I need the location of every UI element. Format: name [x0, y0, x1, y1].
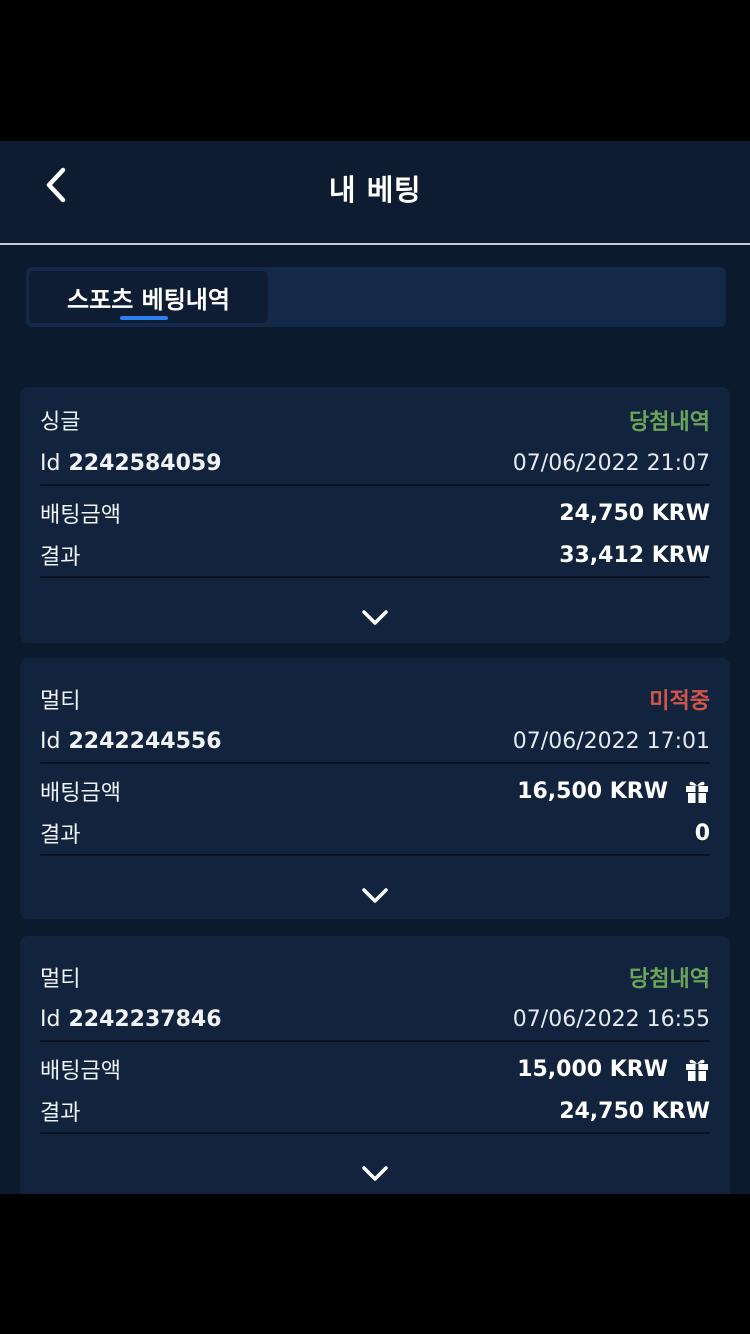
result-value: 0	[694, 820, 710, 846]
app-screen: 내 베팅 스포츠 베팅내역 싱글 당첨내역 Id 2242584059 07/06…	[0, 141, 750, 1194]
bet-id-row: Id 2242244556 07/06/2022 17:01	[40, 724, 710, 758]
bet-id: Id 2242244556	[40, 729, 222, 754]
top-bar: 내 베팅	[0, 141, 750, 245]
divider	[40, 854, 710, 856]
stake-value: 24,750 KRW	[559, 500, 710, 526]
stake-row: 배팅금액 15,000 KRW	[40, 1052, 710, 1086]
bet-status: 당첨내역	[629, 967, 710, 992]
bet-card: 멀티 미적중 Id 2242244556 07/06/2022 17:01 배팅금…	[20, 658, 730, 919]
divider	[40, 484, 710, 486]
stake-value: 15,000 KRW	[517, 1056, 668, 1082]
tab-sports-betting-history[interactable]: 스포츠 베팅내역	[29, 271, 268, 323]
chevron-down-icon	[362, 1166, 388, 1181]
result-row: 결과 0	[40, 816, 710, 850]
bet-date: 07/06/2022 16:55	[512, 1006, 710, 1032]
bet-card: 멀티 당첨내역 Id 2242237846 07/06/2022 16:55 배팅…	[20, 936, 730, 1194]
bet-id-value: 2242584059	[68, 450, 222, 476]
result-value: 24,750 KRW	[559, 1098, 710, 1124]
result-row: 결과 33,412 KRW	[40, 538, 710, 572]
bet-date: 07/06/2022 21:07	[512, 450, 710, 476]
result-row: 결과 24,750 KRW	[40, 1094, 710, 1128]
bet-id-row: Id 2242584059 07/06/2022 21:07	[40, 446, 710, 480]
page-title: 내 베팅	[328, 173, 422, 207]
bet-type-row: 싱글 당첨내역	[40, 403, 710, 437]
bet-type: 멀티	[40, 689, 81, 714]
result-label: 결과	[40, 545, 81, 570]
bet-type-row: 멀티 당첨내역	[40, 960, 710, 994]
bet-id-value: 2242244556	[68, 728, 222, 754]
divider	[40, 1040, 710, 1042]
expand-button[interactable]	[355, 603, 395, 633]
bet-status: 당첨내역	[629, 410, 710, 435]
gift-icon[interactable]	[684, 1056, 710, 1082]
bet-id: Id 2242584059	[40, 451, 222, 476]
chevron-down-icon	[362, 610, 388, 625]
stake-label: 배팅금액	[40, 503, 121, 528]
gift-icon[interactable]	[684, 778, 710, 804]
stake-row: 배팅금액 16,500 KRW	[40, 774, 710, 808]
tab-bar: 스포츠 베팅내역	[26, 267, 726, 327]
bet-id-row: Id 2242237846 07/06/2022 16:55	[40, 1002, 710, 1036]
bet-type: 멀티	[40, 967, 81, 992]
result-value: 33,412 KRW	[559, 542, 710, 568]
divider	[40, 576, 710, 578]
bet-id-label: Id	[40, 728, 61, 754]
bet-id: Id 2242237846	[40, 1007, 222, 1032]
tab-label: 스포츠 베팅내역	[67, 285, 230, 314]
stake-label: 배팅금액	[40, 1059, 121, 1084]
bet-id-label: Id	[40, 450, 61, 476]
stake-label: 배팅금액	[40, 781, 121, 806]
bet-type: 싱글	[40, 410, 81, 435]
bet-status: 미적중	[649, 689, 710, 714]
stake-group: 16,500 KRW	[517, 778, 710, 804]
divider	[40, 1132, 710, 1134]
bet-id-value: 2242237846	[68, 1006, 222, 1032]
stake-row: 배팅금액 24,750 KRW	[40, 496, 710, 530]
result-label: 결과	[40, 823, 81, 848]
active-tab-indicator	[120, 316, 168, 320]
divider	[40, 762, 710, 764]
stake-group: 15,000 KRW	[517, 1056, 710, 1082]
bet-date: 07/06/2022 17:01	[512, 728, 710, 754]
bet-type-row: 멀티 미적중	[40, 682, 710, 716]
bet-card: 싱글 당첨내역 Id 2242584059 07/06/2022 21:07 배팅…	[20, 387, 730, 643]
stake-value: 16,500 KRW	[517, 778, 668, 804]
result-label: 결과	[40, 1101, 81, 1126]
expand-button[interactable]	[355, 1159, 395, 1189]
chevron-down-icon	[362, 888, 388, 903]
bet-id-label: Id	[40, 1006, 61, 1032]
expand-button[interactable]	[355, 881, 395, 911]
